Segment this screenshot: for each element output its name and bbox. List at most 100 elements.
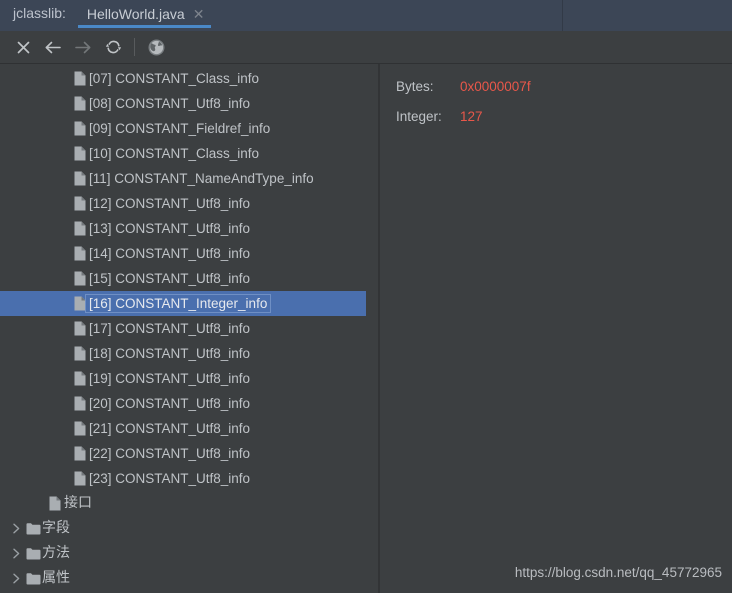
tree-row-text: [15] CONSTANT_Utf8_info bbox=[89, 269, 250, 288]
tree-row-text: [21] CONSTANT_Utf8_info bbox=[89, 419, 250, 438]
tree-row[interactable]: [11] CONSTANT_NameAndType_info bbox=[0, 166, 378, 191]
file-icon bbox=[74, 396, 86, 411]
tree-row-label: [19] CONSTANT_Utf8_info bbox=[89, 371, 251, 386]
tree-row-text: 属性 bbox=[42, 569, 70, 588]
file-icon bbox=[71, 171, 89, 186]
chevron-right-icon[interactable] bbox=[12, 573, 21, 584]
file-icon bbox=[71, 96, 89, 111]
tree-row-label: [22] CONSTANT_Utf8_info bbox=[89, 446, 251, 461]
file-icon bbox=[71, 196, 89, 211]
tree-row-label: [10] CONSTANT_Class_info bbox=[89, 146, 260, 161]
tree-row-label: [14] CONSTANT_Utf8_info bbox=[89, 246, 251, 261]
close-icon[interactable]: ✕ bbox=[193, 7, 205, 21]
tree-row[interactable]: [17] CONSTANT_Utf8_info bbox=[0, 316, 378, 341]
tree-row-text: [18] CONSTANT_Utf8_info bbox=[89, 344, 250, 363]
header-divider bbox=[562, 0, 563, 31]
tree-row[interactable]: [15] CONSTANT_Utf8_info bbox=[0, 266, 378, 291]
header-bar: jclasslib: HelloWorld.java ✕ bbox=[0, 0, 732, 31]
tree-row[interactable]: [19] CONSTANT_Utf8_info bbox=[0, 366, 378, 391]
back-button[interactable] bbox=[38, 34, 68, 60]
tree-row-text: [14] CONSTANT_Utf8_info bbox=[89, 244, 250, 263]
tree-row-label: [20] CONSTANT_Utf8_info bbox=[89, 396, 251, 411]
tree-row-text: [09] CONSTANT_Fieldref_info bbox=[89, 119, 270, 138]
file-icon bbox=[71, 396, 89, 411]
file-icon bbox=[71, 446, 89, 461]
tree-row-label: 接口 bbox=[64, 495, 92, 511]
tree-row-text: [13] CONSTANT_Utf8_info bbox=[89, 219, 250, 238]
file-icon bbox=[71, 146, 89, 161]
file-icon bbox=[74, 271, 86, 286]
file-icon bbox=[74, 346, 86, 361]
tree-list: [07] CONSTANT_Class_info [08] CONSTANT_Ut… bbox=[0, 64, 378, 591]
file-icon bbox=[71, 271, 89, 286]
file-icon bbox=[74, 471, 86, 486]
reload-button[interactable] bbox=[98, 34, 128, 60]
detail-field-label: Bytes: bbox=[396, 79, 434, 94]
tab-label: HelloWorld.java bbox=[86, 5, 185, 22]
file-icon bbox=[71, 71, 89, 86]
toolbar bbox=[0, 31, 732, 64]
folder-icon bbox=[24, 572, 42, 585]
tree-row[interactable]: [07] CONSTANT_Class_info bbox=[0, 66, 378, 91]
tree-row[interactable]: [20] CONSTANT_Utf8_info bbox=[0, 391, 378, 416]
tree-row[interactable]: [22] CONSTANT_Utf8_info bbox=[0, 441, 378, 466]
browse-button[interactable] bbox=[141, 34, 171, 60]
tree-row-label: [16] CONSTANT_Integer_info bbox=[89, 296, 268, 311]
detail-fields: Bytes: 0x0000007f Integer: 127 bbox=[380, 64, 732, 139]
folder-icon bbox=[24, 547, 42, 560]
tree-row-label: [23] CONSTANT_Utf8_info bbox=[89, 471, 251, 486]
file-icon bbox=[74, 171, 86, 186]
tab-strip: HelloWorld.java ✕ bbox=[77, 0, 212, 28]
tree-row[interactable]: [09] CONSTANT_Fieldref_info bbox=[0, 116, 378, 141]
close-button[interactable] bbox=[8, 34, 38, 60]
globe-icon bbox=[148, 39, 164, 55]
toolbar-separator bbox=[134, 38, 135, 56]
tree-row-text: [23] CONSTANT_Utf8_info bbox=[89, 469, 250, 488]
arrow-left-icon bbox=[45, 41, 61, 53]
detail-field-value: 0x0000007f bbox=[460, 79, 531, 94]
expand-toggle[interactable] bbox=[8, 523, 24, 534]
tree-row[interactable]: 属性 bbox=[0, 566, 378, 591]
expand-toggle[interactable] bbox=[8, 573, 24, 584]
tree-row-text: 接口 bbox=[64, 494, 92, 513]
app-label: jclasslib: bbox=[13, 5, 66, 21]
tree-row-text: [19] CONSTANT_Utf8_info bbox=[89, 369, 250, 388]
tree-scrollbar[interactable] bbox=[368, 64, 378, 593]
expand-toggle[interactable] bbox=[8, 548, 24, 559]
watermark: https://blog.csdn.net/qq_45772965 bbox=[514, 565, 722, 580]
tree-row[interactable]: [16] CONSTANT_Integer_info bbox=[0, 291, 366, 316]
file-icon bbox=[74, 196, 86, 211]
tree-row[interactable]: 方法 bbox=[0, 541, 378, 566]
tree-row-label: 方法 bbox=[42, 545, 70, 561]
tree-row-text: 字段 bbox=[42, 519, 70, 538]
tree-row[interactable]: [14] CONSTANT_Utf8_info bbox=[0, 241, 378, 266]
tree-row-label: [17] CONSTANT_Utf8_info bbox=[89, 321, 251, 336]
tree-row[interactable]: 字段 bbox=[0, 516, 378, 541]
chevron-right-icon[interactable] bbox=[12, 548, 21, 559]
tree-row-label: [18] CONSTANT_Utf8_info bbox=[89, 346, 251, 361]
tree-row-label: [13] CONSTANT_Utf8_info bbox=[89, 221, 251, 236]
tree-row[interactable]: [23] CONSTANT_Utf8_info bbox=[0, 466, 378, 491]
tree-row[interactable]: [12] CONSTANT_Utf8_info bbox=[0, 191, 378, 216]
tree-row[interactable]: [10] CONSTANT_Class_info bbox=[0, 141, 378, 166]
tab-helloworld-java[interactable]: HelloWorld.java ✕ bbox=[77, 0, 212, 28]
tree-row-text: [22] CONSTANT_Utf8_info bbox=[89, 444, 250, 463]
chevron-right-icon[interactable] bbox=[12, 523, 21, 534]
tree-row[interactable]: [21] CONSTANT_Utf8_info bbox=[0, 416, 378, 441]
tree-row-text: [08] CONSTANT_Utf8_info bbox=[89, 94, 250, 113]
file-icon bbox=[71, 346, 89, 361]
file-icon bbox=[71, 471, 89, 486]
file-icon bbox=[74, 121, 86, 136]
tree-row-text: [12] CONSTANT_Utf8_info bbox=[89, 194, 250, 213]
tree-row[interactable]: [13] CONSTANT_Utf8_info bbox=[0, 216, 378, 241]
tree-row-text: 方法 bbox=[42, 544, 70, 563]
folder-icon bbox=[26, 573, 40, 585]
file-icon bbox=[71, 321, 89, 336]
tree-row[interactable]: [08] CONSTANT_Utf8_info bbox=[0, 91, 378, 116]
tree-row-text: [20] CONSTANT_Utf8_info bbox=[89, 394, 250, 413]
constant-pool-tree[interactable]: [07] CONSTANT_Class_info [08] CONSTANT_Ut… bbox=[0, 64, 378, 593]
tree-row[interactable]: [18] CONSTANT_Utf8_info bbox=[0, 341, 378, 366]
tree-row-label: [21] CONSTANT_Utf8_info bbox=[89, 421, 251, 436]
tree-row-text: [16] CONSTANT_Integer_info bbox=[85, 294, 272, 313]
tree-row[interactable]: 接口 bbox=[0, 491, 378, 516]
